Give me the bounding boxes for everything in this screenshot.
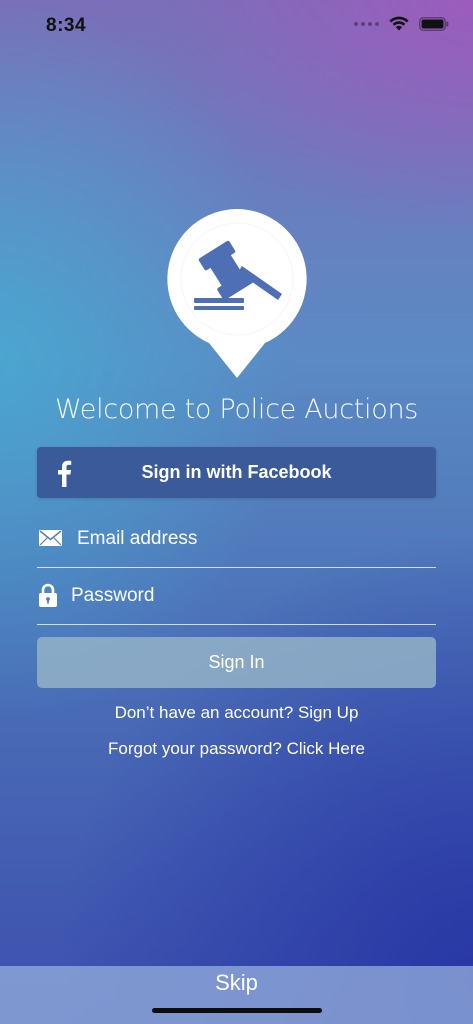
skip-button[interactable]: Skip bbox=[0, 966, 473, 1000]
cellular-signal-icon bbox=[354, 21, 379, 26]
skip-bar: Skip bbox=[0, 966, 473, 1024]
status-time: 8:34 bbox=[46, 15, 87, 36]
sign-up-link[interactable]: Sign Up bbox=[298, 703, 358, 722]
facebook-button-label: Sign in with Facebook bbox=[141, 462, 332, 482]
lock-icon bbox=[39, 583, 57, 607]
battery-icon bbox=[419, 16, 449, 31]
email-input[interactable] bbox=[77, 526, 397, 552]
sign-up-row: Don’t have an account? Sign Up bbox=[0, 703, 473, 723]
status-indicators bbox=[354, 16, 449, 31]
status-bar: 8:34 bbox=[0, 0, 473, 52]
sign-in-button[interactable]: Sign In bbox=[37, 637, 436, 688]
home-indicator[interactable] bbox=[152, 1008, 322, 1013]
gavel-pin-icon bbox=[167, 209, 307, 378]
click-here-link[interactable]: Click Here bbox=[287, 739, 365, 758]
password-input[interactable] bbox=[71, 583, 391, 609]
welcome-title: Welcome to Police Auctions bbox=[54, 394, 419, 425]
envelope-icon bbox=[39, 530, 62, 546]
password-field-container bbox=[37, 569, 436, 625]
forgot-password-text: Forgot your password? bbox=[108, 739, 287, 758]
email-field-container bbox=[37, 512, 436, 568]
facebook-sign-in-button[interactable]: Sign in with Facebook bbox=[37, 447, 436, 498]
forgot-password-row: Forgot your password? Click Here bbox=[0, 739, 473, 759]
no-account-text: Don’t have an account? bbox=[114, 703, 298, 722]
wifi-icon bbox=[389, 16, 409, 31]
